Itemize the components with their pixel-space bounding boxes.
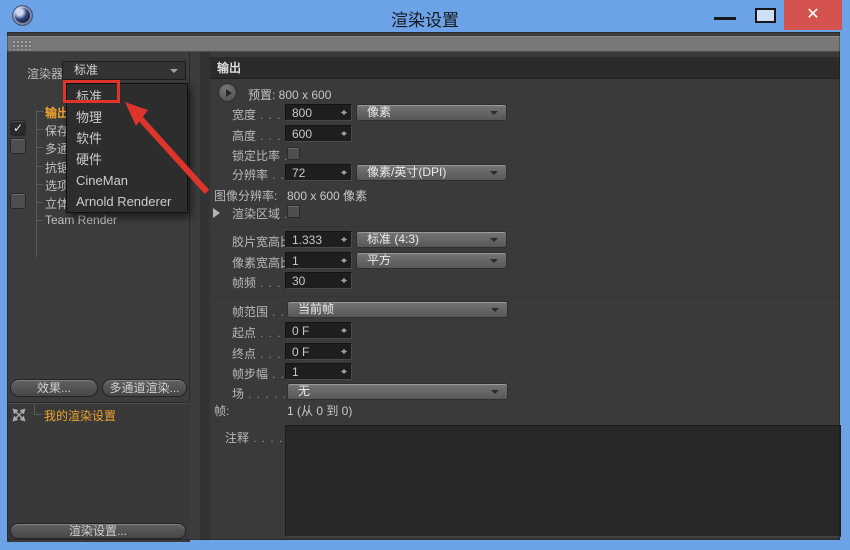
spinner-arrows-icon[interactable]: [340, 273, 349, 288]
frame-range-row: 帧范围. . . . 当前帧: [210, 301, 840, 319]
end-frame-spinner[interactable]: 0 F: [285, 343, 352, 360]
image-resolution-label: 图像分辨率:: [214, 187, 277, 204]
frame-range-dropdown[interactable]: 当前帧: [287, 301, 508, 318]
tree-connector: [34, 404, 42, 415]
separator: [210, 296, 840, 297]
renderer-menu-item[interactable]: CineMan: [67, 170, 187, 191]
film-aspect-label: 胶片宽高比: [232, 233, 292, 250]
spinner-arrows-icon[interactable]: [340, 126, 349, 141]
image-resolution-row: 图像分辨率: 800 x 600 像素: [210, 185, 840, 203]
spinner-arrows-icon[interactable]: [340, 253, 349, 268]
render-region-row: 渲染区域. .: [210, 203, 840, 221]
multipass-render-button[interactable]: 多通道渲染...: [102, 379, 187, 397]
resolution-spinner[interactable]: 72: [285, 164, 352, 181]
play-circle-icon[interactable]: [218, 83, 237, 102]
close-button[interactable]: ✕: [784, 0, 842, 30]
frame-step-spinner[interactable]: 1: [285, 363, 352, 380]
field-dropdown[interactable]: 无: [287, 383, 508, 400]
spinner-arrows-icon[interactable]: [340, 344, 349, 359]
tree-tick: [36, 147, 43, 148]
separator: [210, 421, 840, 422]
renderer-menu-item[interactable]: 软件: [67, 128, 187, 149]
tree-tick: [36, 202, 43, 203]
pixel-aspect-dropdown[interactable]: 平方: [356, 252, 507, 269]
annotation-label: 注释. . . . .: [225, 429, 292, 446]
grip-handle-icon[interactable]: [12, 40, 32, 50]
field-row: 场. . . . . . . 无: [210, 383, 840, 401]
width-unit-dropdown[interactable]: 像素: [356, 104, 507, 121]
output-header: 输出: [210, 57, 840, 79]
tree-checkbox[interactable]: ✓: [10, 120, 26, 136]
preset-text: 预置: 800 x 600: [248, 86, 331, 103]
start-frame-row: 起点. . . . . 0 F: [210, 322, 840, 340]
spinner-arrows-icon[interactable]: [340, 323, 349, 338]
minimize-icon: [714, 17, 736, 20]
toolbar-strip: [7, 36, 840, 52]
frames-info-row: 帧: 1 (从 0 到 0): [210, 400, 840, 418]
expand-triangle-icon[interactable]: [213, 208, 220, 218]
annotation-red-rectangle: [63, 80, 120, 103]
minimize-button[interactable]: [700, 0, 750, 30]
spinner-arrows-icon[interactable]: [340, 105, 349, 120]
start-frame-spinner[interactable]: 0 F: [285, 322, 352, 339]
lock-ratio-row: 锁定比率. .: [210, 145, 840, 163]
tree-tick: [36, 111, 43, 112]
frame-step-row: 帧步幅. . . 1: [210, 363, 840, 381]
maximize-icon: [755, 8, 776, 23]
renderer-menu-item[interactable]: 硬件: [67, 149, 187, 170]
film-aspect-row: 胶片宽高比 1.333 标准 (4:3): [210, 231, 840, 249]
dialog-content: 渲染器 标准 输出✓保存多通道抗锯齿选项立体Team Render 效果... …: [7, 32, 840, 540]
height-row: 高度. . . . . 600: [210, 125, 840, 143]
my-render-settings-item[interactable]: 我的渲染设置: [44, 407, 116, 424]
frames-info-label: 帧:: [214, 402, 229, 419]
output-panel: 输出 预置: 800 x 600 宽度. . . . . 800 像素 高度. …: [200, 52, 840, 540]
image-resolution-value: 800 x 600 像素: [287, 187, 367, 204]
renderer-menu-item[interactable]: 物理: [67, 107, 187, 128]
tree-checkbox[interactable]: [10, 138, 26, 154]
frame-rate-row: 帧频. . . . . 30: [210, 272, 840, 290]
render-region-checkbox[interactable]: [287, 205, 300, 218]
pixel-aspect-spinner[interactable]: 1: [285, 252, 352, 269]
width-spinner[interactable]: 800: [285, 104, 352, 121]
preset-row: 预置: 800 x 600: [210, 85, 840, 103]
height-spinner[interactable]: 600: [285, 125, 352, 142]
tree-tick: [36, 220, 43, 221]
width-row: 宽度. . . . . 800 像素: [210, 104, 840, 122]
effects-button[interactable]: 效果...: [10, 379, 98, 397]
render-settings-button[interactable]: 渲染设置...: [10, 523, 186, 539]
pixel-aspect-row: 像素宽高比 1 平方: [210, 252, 840, 270]
tree-tick: [36, 129, 43, 130]
maximize-button[interactable]: [750, 0, 784, 30]
end-frame-row: 终点. . . . . 0 F: [210, 343, 840, 361]
spinner-arrows-icon[interactable]: [340, 165, 349, 180]
fit-arrows-icon: [12, 408, 26, 422]
tree-checkbox[interactable]: [10, 193, 26, 209]
film-aspect-spinner[interactable]: 1.333: [285, 231, 352, 248]
tree-item-7[interactable]: Team Render: [7, 211, 190, 229]
annotation-textarea[interactable]: [285, 425, 841, 537]
frame-rate-spinner[interactable]: 30: [285, 272, 352, 289]
tree-tick: [36, 166, 43, 167]
separator: [210, 226, 840, 227]
titlebar: 渲染设置 ✕: [0, 0, 850, 32]
settings-tree: 我的渲染设置: [7, 404, 190, 542]
resolution-row: 分辨率. . . 72 像素/英寸(DPI): [210, 164, 840, 182]
renderer-menu-item[interactable]: Arnold Renderer: [67, 191, 187, 212]
film-aspect-dropdown[interactable]: 标准 (4:3): [356, 231, 507, 248]
spinner-arrows-icon[interactable]: [340, 232, 349, 247]
tree-tick: [36, 184, 43, 185]
render-settings-window: 渲染设置 ✕ 渲染器 标准 输出✓保存多通道抗锯齿选项立体Team Render…: [0, 0, 850, 550]
resolution-unit-dropdown[interactable]: 像素/英寸(DPI): [356, 164, 507, 181]
spinner-arrows-icon[interactable]: [340, 364, 349, 379]
frames-info-value: 1 (从 0 到 0): [287, 402, 352, 419]
lock-ratio-checkbox[interactable]: [287, 147, 300, 160]
pixel-aspect-label: 像素宽高比: [232, 254, 292, 271]
tree-item-label: Team Render: [45, 213, 117, 227]
